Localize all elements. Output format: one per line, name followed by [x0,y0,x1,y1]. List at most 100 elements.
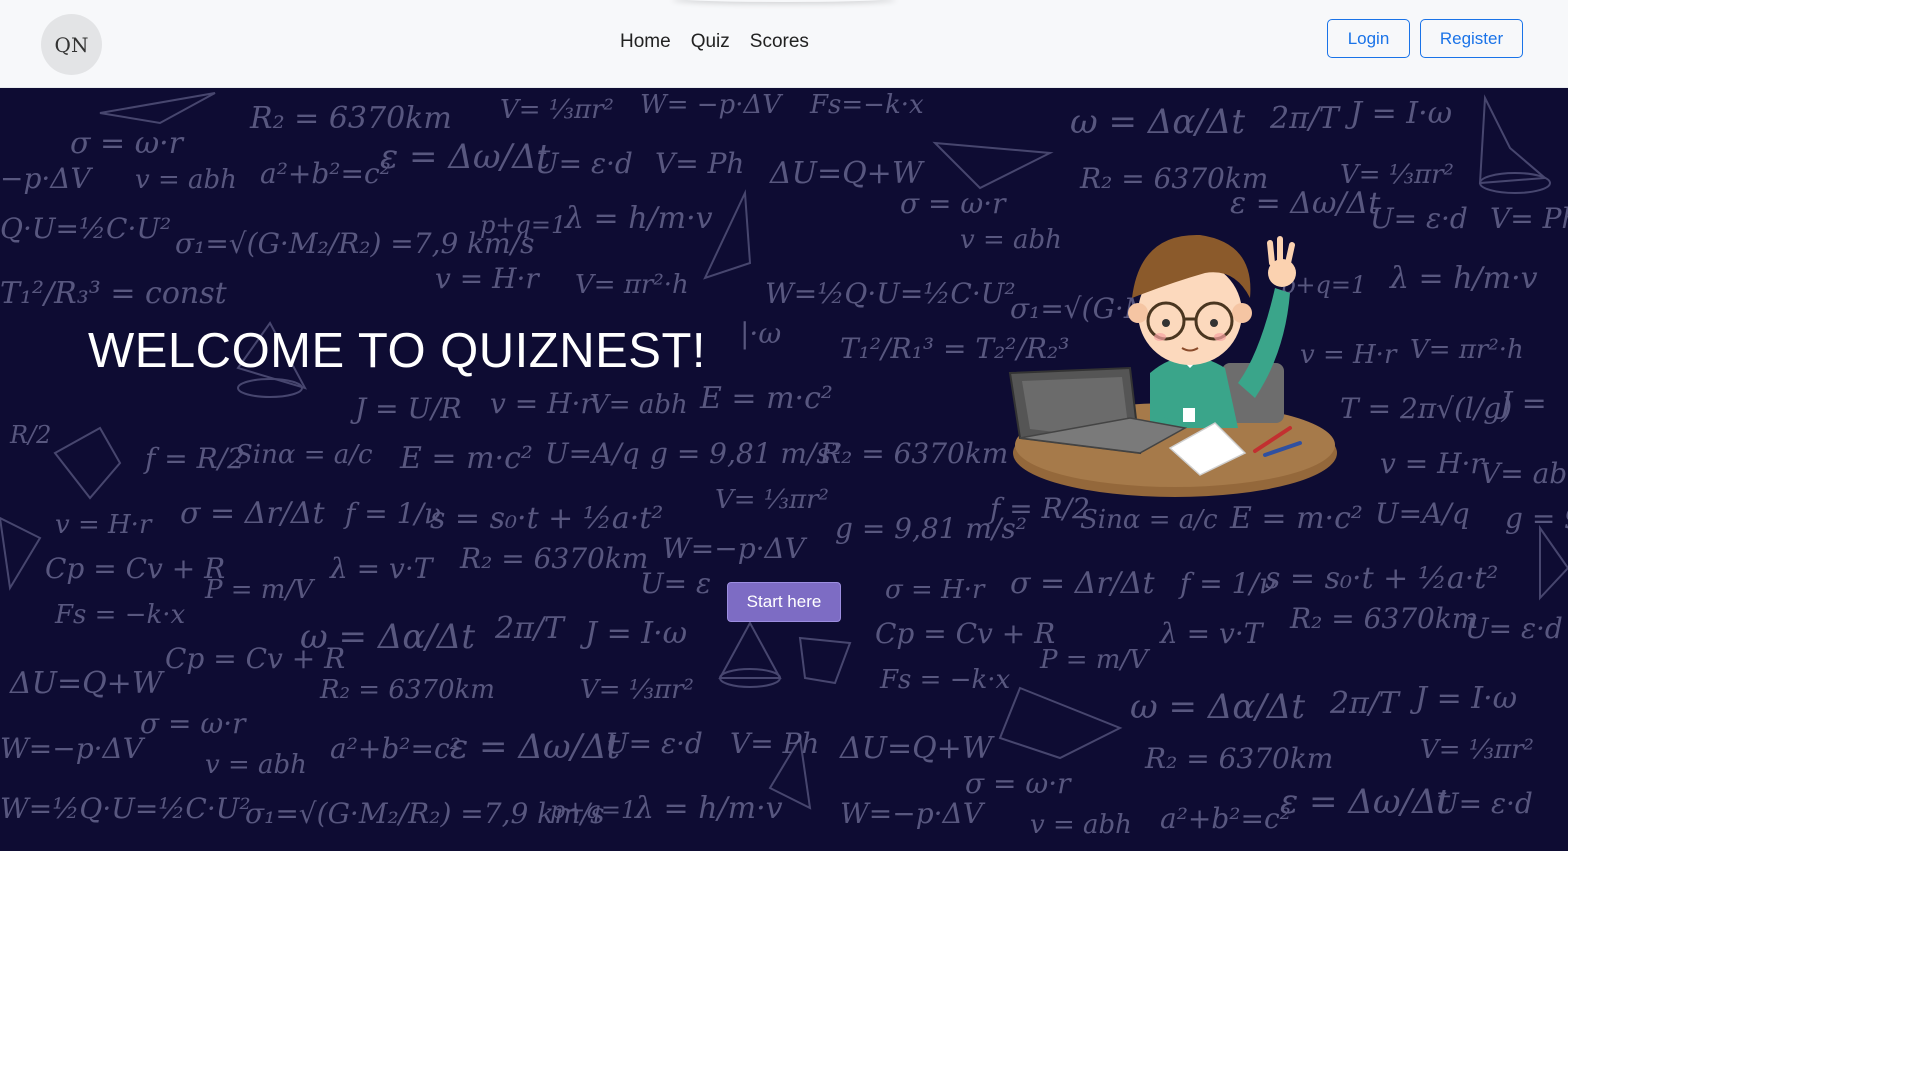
start-here-button[interactable]: Start here [727,582,841,622]
svg-text:σ = ω·r: σ = ω·r [900,187,1007,220]
svg-text:g = 9,81 m/s²: g = 9,81 m/s² [650,437,842,470]
svg-text:Sinα = a/c: Sinα = a/c [1080,505,1218,535]
svg-text:R/2: R/2 [9,421,51,449]
svg-text:R₂ = 6370km: R₂ = 6370km [249,101,452,136]
svg-text:v = abh: v = abh [135,165,237,195]
svg-text:U= ε·d: U= ε·d [1465,612,1563,645]
svg-text:Cp = Cv + R: Cp = Cv + R [875,617,1055,650]
svg-text:ε = Δω/Δt: ε = Δω/Δt [450,727,621,767]
register-button[interactable]: Register [1420,19,1523,58]
svg-text:Fs=−k·x: Fs=−k·x [809,90,924,120]
svg-text:f = 1/ν: f = 1/ν [1178,567,1276,600]
svg-text:J = I·ω: J = I·ω [1344,96,1452,131]
svg-text:V= Ph: V= Ph [730,727,819,760]
svg-text:p+q=1: p+q=1 [550,796,636,824]
svg-text:W=−p·ΔV: W=−p·ΔV [840,797,986,830]
svg-text:2π/T: 2π/T [1329,686,1401,721]
svg-text:V= ⅓πr²: V= ⅓πr² [715,485,829,515]
nav-link-quiz[interactable]: Quiz [681,31,740,53]
svg-text:Cp = Cv + R: Cp = Cv + R [165,642,345,675]
svg-text:V= Ph: V= Ph [1490,202,1568,235]
svg-text:W=−p·ΔV: W=−p·ΔV [0,732,146,765]
svg-text:J =: J = [1494,386,1547,421]
svg-text:V= πr²·h: V= πr²·h [1410,335,1524,365]
svg-text:Sinα = a/c: Sinα = a/c [235,440,373,470]
svg-text:U= ε·d: U= ε·d [605,727,703,760]
svg-text:R₂ = 6370km: R₂ = 6370km [819,437,1008,470]
nav-link-home[interactable]: Home [610,31,681,53]
svg-text:R₂ = 6370km: R₂ = 6370km [459,542,648,575]
svg-text:V= ⅓πr²: V= ⅓πr² [500,95,614,125]
svg-text:U= ε·d: U= ε·d [1370,202,1468,235]
svg-text:2π/T: 2π/T [1269,101,1341,136]
svg-text:v = abh: v = abh [1030,810,1132,840]
svg-text:W=½Q·U=½C·U²: W=½Q·U=½C·U² [765,277,1016,310]
svg-text:f = 1/ν: f = 1/ν [343,497,441,530]
hero-section: R₂ = 6370km V= ⅓πr² W= −p·ΔV Fs=−k·x ω =… [0,88,1568,851]
svg-text:V= Ph: V= Ph [655,147,744,180]
svg-text:J = I·ω: J = I·ω [579,616,687,651]
nav-link-scores[interactable]: Scores [740,31,819,53]
svg-text:ω = Δα/Δt: ω = Δα/Δt [1130,687,1305,727]
svg-text:E = m·c²: E = m·c² [699,381,833,416]
svg-text:v = H·r: v = H·r [435,262,540,295]
svg-text:V= ⅓πr²: V= ⅓πr² [580,675,694,705]
svg-text:V= abh: V= abh [590,390,688,420]
svg-text:ε = Δω/Δt: ε = Δω/Δt [380,137,551,177]
top-navbar: QN Home Quiz Scores Login Register [0,0,1568,88]
svg-text:2π/T: 2π/T [494,611,566,646]
svg-text:v = H·r: v = H·r [490,387,595,420]
svg-text:λ = v·T: λ = v·T [1159,617,1265,650]
svg-text:λ = h/m·v: λ = h/m·v [1389,261,1538,296]
svg-text:W=½Q·U=½C·U²: W=½Q·U=½C·U² [0,792,251,825]
svg-text:U= ε·d: U= ε·d [1435,787,1533,820]
svg-text:σ = Δr/Δt: σ = Δr/Δt [1010,566,1155,601]
svg-text:σ = ω·r: σ = ω·r [140,707,247,740]
nav-shadow-decoration [672,0,896,2]
svg-text:J = U/R: J = U/R [350,392,462,425]
svg-text:σ = H·r: σ = H·r [885,575,986,605]
svg-text:−p·ΔV: −p·ΔV [0,162,94,195]
svg-text:a²+b²=c²: a²+b²=c² [260,157,391,190]
svg-text:ΔU=Q+W: ΔU=Q+W [769,156,925,191]
svg-text:σ = ω·r: σ = ω·r [965,767,1072,800]
svg-text:R₂ = 6370km: R₂ = 6370km [1289,602,1478,635]
svg-text:R₂ = 6370km: R₂ = 6370km [1144,742,1333,775]
svg-text:U=A/q: U=A/q [1375,497,1470,530]
hero-title: WELCOME TO QUIZNEST! [88,324,707,378]
svg-text:s = s₀·t + ½a·t²: s = s₀·t + ½a·t² [1265,561,1498,596]
svg-text:λ = h/m·v: λ = h/m·v [564,201,713,236]
logo[interactable]: QN [41,14,102,75]
svg-text:Cp = Cv + R: Cp = Cv + R [45,552,225,585]
svg-text:σ = ω·r: σ = ω·r [70,126,185,161]
svg-text:Q·U=½C·U²: Q·U=½C·U² [0,212,171,245]
svg-text:U=A/q: U=A/q [545,437,640,470]
svg-text:P = m/V: P = m/V [204,575,315,605]
logo-text: QN [54,32,89,57]
svg-text:V= ⅓πr²: V= ⅓πr² [1420,735,1534,765]
svg-text:U= ε·d: U= ε·d [535,147,633,180]
svg-text:J = I·ω: J = I·ω [1409,681,1517,716]
svg-text:E = m·c²: E = m·c² [399,441,533,476]
svg-text:W= −p·ΔV: W= −p·ΔV [640,90,783,120]
svg-text:ΔU=Q+W: ΔU=Q+W [839,731,995,766]
svg-text:ω = Δα/Δt: ω = Δα/Δt [1070,102,1245,142]
svg-text:T = 2π√(l/g): T = 2π√(l/g) [1340,392,1512,425]
svg-text:T₁²/R₃³ = const: T₁²/R₃³ = const [0,276,228,311]
svg-text:s = s₀·t + ½a·t²: s = s₀·t + ½a·t² [430,501,663,536]
svg-text:λ = h/m·v: λ = h/m·v [634,791,783,826]
svg-text:v = H·r: v = H·r [1380,447,1485,480]
svg-text:ε = Δω/Δt: ε = Δω/Δt [1280,782,1451,822]
svg-text:|·ω: |·ω [740,317,781,350]
svg-text:σ = Δr/Δt: σ = Δr/Δt [180,496,325,531]
svg-text:a²+b²=c²: a²+b²=c² [1160,802,1291,835]
svg-text:v = H·r: v = H·r [55,510,153,540]
svg-text:W=−p·ΔV: W=−p·ΔV [662,532,808,565]
nav-links: Home Quiz Scores [610,31,819,53]
svg-text:g = 9,8: g = 9,8 [1505,502,1568,535]
login-button[interactable]: Login [1327,19,1410,58]
svg-text:R₂ = 6370km: R₂ = 6370km [319,675,495,705]
svg-text:E = m·c²: E = m·c² [1229,501,1363,536]
svg-text:V= abh: V= abh [1480,457,1568,490]
svg-text:Fs = −k·x: Fs = −k·x [879,665,1011,695]
